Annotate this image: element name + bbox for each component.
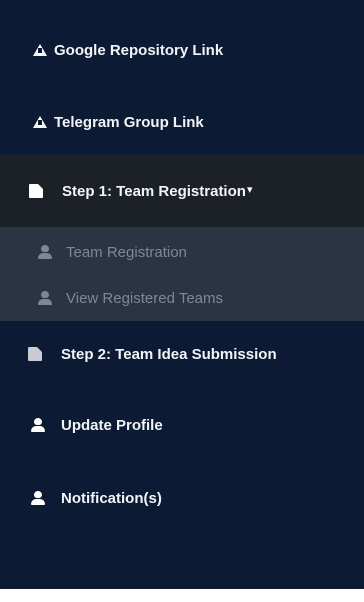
user-icon	[38, 291, 52, 305]
submenu-item-label: View Registered Teams	[66, 289, 224, 307]
document-icon	[28, 347, 42, 361]
step2-label: Step 2: Team Idea Submission	[61, 345, 277, 363]
step1-team-registration-menu[interactable]: Step 1: Team Registration ▾	[0, 155, 364, 227]
telegram-group-label: Telegram Group Link	[54, 113, 204, 131]
user-icon	[38, 245, 52, 259]
update-profile-label: Update Profile	[61, 416, 163, 434]
step2-team-idea-submission-menu[interactable]: Step 2: Team Idea Submission	[0, 337, 364, 371]
sidebar-nav: Google Repository Link Telegram Group Li…	[0, 0, 364, 589]
document-icon	[29, 184, 43, 198]
warning-triangle-icon	[33, 116, 47, 128]
user-icon	[31, 418, 45, 432]
step1-submenu: Team Registration View Registered Teams	[0, 227, 364, 321]
notifications-label: Notification(s)	[61, 489, 162, 507]
step1-label: Step 1: Team Registration	[62, 182, 246, 200]
google-repository-link[interactable]: Google Repository Link	[0, 34, 364, 66]
chevron-down-icon: ▾	[246, 183, 253, 196]
submenu-item-label: Team Registration	[66, 243, 187, 261]
update-profile-link[interactable]: Update Profile	[0, 408, 364, 442]
user-icon	[31, 491, 45, 505]
telegram-group-link[interactable]: Telegram Group Link	[0, 106, 364, 138]
google-repository-label: Google Repository Link	[54, 41, 224, 59]
submenu-item-team-registration[interactable]: Team Registration	[0, 237, 364, 267]
notifications-link[interactable]: Notification(s)	[0, 481, 364, 515]
warning-triangle-icon	[33, 44, 47, 56]
submenu-item-view-registered-teams[interactable]: View Registered Teams	[0, 283, 364, 313]
